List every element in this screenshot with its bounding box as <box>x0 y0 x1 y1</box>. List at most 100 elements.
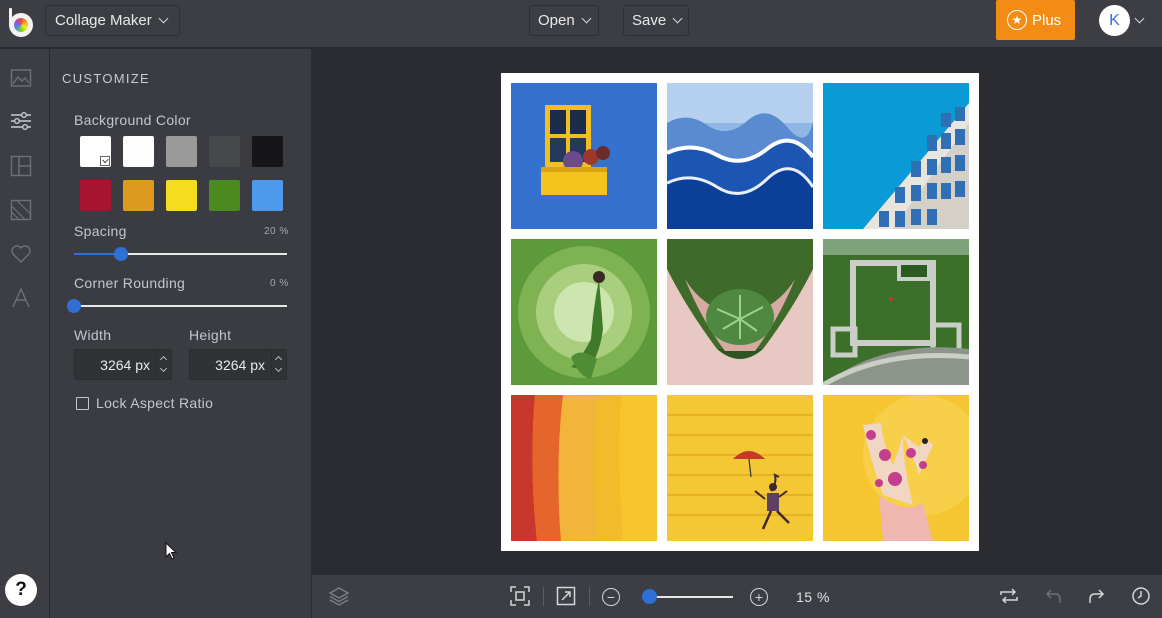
corner-rounding-slider-handle[interactable] <box>67 299 81 313</box>
user-avatar[interactable]: K <box>1099 5 1130 36</box>
layers-icon[interactable] <box>329 586 349 606</box>
width-input[interactable]: 3264 px <box>74 349 172 380</box>
corner-rounding-value: 0 % <box>270 278 289 289</box>
open-button[interactable]: Open <box>529 5 599 36</box>
text-icon[interactable] <box>10 287 32 309</box>
photo-tile[interactable] <box>667 239 813 385</box>
color-swatch[interactable] <box>166 180 197 211</box>
swap-icon[interactable] <box>999 586 1019 606</box>
undo-icon[interactable] <box>1043 586 1063 606</box>
spacing-slider-handle[interactable] <box>113 247 128 261</box>
save-button[interactable]: Save <box>623 5 689 36</box>
color-swatch[interactable] <box>80 136 111 167</box>
star-icon: ★ <box>1007 10 1027 30</box>
chevron-down-icon[interactable] <box>274 364 283 373</box>
layout-icon[interactable] <box>10 155 32 177</box>
heart-icon[interactable] <box>10 243 32 265</box>
height-value: 3264 px <box>215 356 265 373</box>
color-swatch[interactable] <box>209 136 240 167</box>
photo-aerial-garden <box>823 239 969 385</box>
bottom-toolbar: − + 15 % <box>312 575 1162 618</box>
lock-aspect-ratio-checkbox[interactable] <box>76 397 89 410</box>
photo-tile[interactable] <box>511 83 657 229</box>
zoom-slider[interactable] <box>648 596 733 598</box>
app-logo[interactable] <box>9 8 34 37</box>
chevron-down-icon <box>672 13 683 24</box>
toolbar-divider <box>589 587 590 606</box>
corner-rounding-label: Corner Rounding <box>74 275 186 291</box>
corner-rounding-slider[interactable] <box>67 299 287 313</box>
canvas-area <box>312 49 1162 575</box>
save-label: Save <box>632 12 667 29</box>
collage[interactable] <box>501 73 979 551</box>
panel-title: CUSTOMIZE <box>62 71 151 86</box>
app-switcher-dropdown[interactable]: Collage Maker <box>45 5 180 36</box>
photo-umbrella-dancer <box>667 395 813 541</box>
spacing-slider[interactable] <box>74 247 287 261</box>
width-label: Width <box>74 327 112 343</box>
height-stepper[interactable] <box>271 350 285 379</box>
customize-panel: CUSTOMIZE Background Color Spacing 20 % … <box>49 49 311 618</box>
photo-hands-leaves <box>667 239 813 385</box>
plus-icon: + <box>754 589 764 605</box>
chevron-up-icon[interactable] <box>274 355 283 364</box>
photo-tile[interactable] <box>823 395 969 541</box>
color-swatch[interactable] <box>80 180 111 211</box>
help-button[interactable]: ? <box>5 574 37 606</box>
zoom-out-button[interactable]: − <box>602 588 620 606</box>
height-input[interactable]: 3264 px <box>189 349 287 380</box>
selected-check-icon <box>100 156 110 166</box>
chevron-down-icon <box>581 13 592 24</box>
width-value: 3264 px <box>100 356 150 373</box>
history-icon[interactable] <box>1131 586 1151 606</box>
sliders-icon[interactable] <box>10 110 32 132</box>
photo-tile[interactable] <box>823 83 969 229</box>
photo-clouds <box>667 83 813 229</box>
color-swatch[interactable] <box>123 180 154 211</box>
tool-rail <box>0 49 49 618</box>
fit-to-screen-icon[interactable] <box>510 586 530 606</box>
spacing-value: 20 % <box>264 226 289 237</box>
chevron-up-icon[interactable] <box>159 355 168 364</box>
minus-icon: − <box>606 589 616 605</box>
spacing-label: Spacing <box>74 223 127 239</box>
zoom-slider-handle[interactable] <box>641 589 657 604</box>
height-label: Height <box>189 327 232 343</box>
image-icon[interactable] <box>10 67 32 89</box>
photo-building <box>823 83 969 229</box>
chevron-down-icon[interactable] <box>1134 13 1145 24</box>
color-swatch[interactable] <box>123 136 154 167</box>
photo-tile[interactable] <box>667 83 813 229</box>
photo-orange-wall <box>511 395 657 541</box>
photo-painted-hands <box>823 395 969 541</box>
help-label: ? <box>15 579 27 600</box>
chevron-down-icon <box>158 13 169 24</box>
expand-icon[interactable] <box>556 586 576 606</box>
plus-upgrade-button[interactable]: ★ Plus <box>996 0 1075 40</box>
texture-icon[interactable] <box>10 199 32 221</box>
zoom-in-button[interactable]: + <box>750 588 768 606</box>
photo-tile[interactable] <box>511 239 657 385</box>
app-name: Collage Maker <box>55 12 152 29</box>
toolbar-divider <box>543 587 544 606</box>
photo-tile[interactable] <box>667 395 813 541</box>
color-swatch[interactable] <box>252 136 283 167</box>
photo-tile[interactable] <box>511 395 657 541</box>
redo-icon[interactable] <box>1087 586 1107 606</box>
lock-aspect-ratio-label: Lock Aspect Ratio <box>96 395 214 411</box>
avatar-initial: K <box>1109 11 1120 29</box>
chevron-down-icon[interactable] <box>159 364 168 373</box>
color-swatch[interactable] <box>166 136 197 167</box>
mouse-cursor-icon <box>165 542 177 560</box>
photo-woman-green <box>511 239 657 385</box>
open-label: Open <box>538 12 575 29</box>
zoom-level: 15 % <box>796 589 830 605</box>
color-swatch[interactable] <box>252 180 283 211</box>
width-stepper[interactable] <box>156 350 170 379</box>
background-color-label: Background Color <box>74 112 191 128</box>
color-swatch[interactable] <box>209 180 240 211</box>
photo-tile[interactable] <box>823 239 969 385</box>
top-bar: Collage Maker Open Save ★ Plus K <box>0 0 1162 48</box>
plus-label: Plus <box>1032 11 1062 29</box>
photo-blue-wall-window <box>511 83 657 229</box>
